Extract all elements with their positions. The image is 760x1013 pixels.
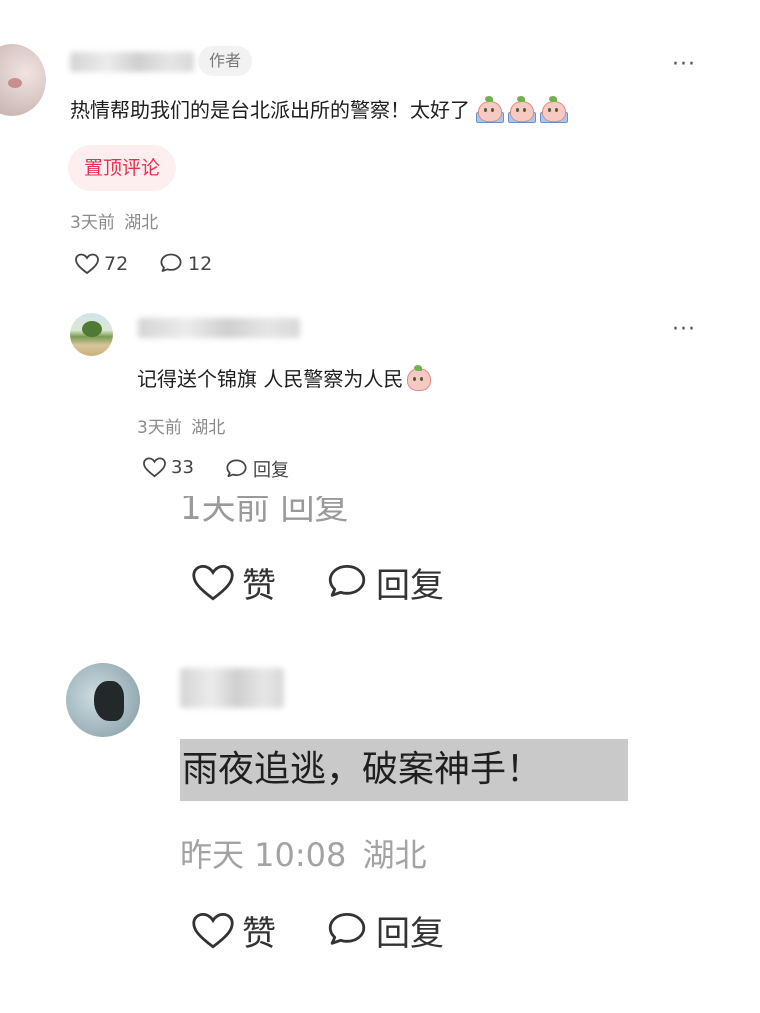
- comment-location: 湖北: [124, 213, 159, 233]
- reply-reply-button[interactable]: 回复: [224, 456, 289, 482]
- commenter-avatar[interactable]: [66, 663, 140, 737]
- like-button[interactable]: 72: [74, 252, 128, 276]
- highlighted-comment-time: 昨天 10:08: [180, 836, 347, 874]
- peach-emoji-icon: [508, 96, 536, 123]
- reply-meta: 3天前 湖北: [137, 413, 225, 438]
- like-count: 72: [104, 253, 129, 275]
- heart-icon: [192, 564, 234, 601]
- comment-time: 3天前: [70, 213, 115, 233]
- highlighted-comment-text: 雨夜追逃，破案神手！: [182, 749, 543, 790]
- zoomed-like-button[interactable]: 赞: [190, 558, 276, 607]
- zoomed-like-label: 赞: [242, 566, 276, 606]
- avatar[interactable]: [0, 44, 46, 116]
- highlighted-reply-button[interactable]: 回复: [324, 906, 444, 955]
- heart-icon: [192, 912, 234, 949]
- reply-author-name-blurred[interactable]: [138, 318, 300, 338]
- peach-emoji-icon: [405, 365, 432, 391]
- author-name-blurred[interactable]: [70, 52, 194, 72]
- author-badge: 作者: [198, 46, 253, 76]
- peach-emoji-icon: [476, 96, 504, 123]
- reply-time: 3天前: [137, 418, 182, 438]
- reply-reply-label: 回复: [253, 460, 289, 481]
- comment-bubble-icon: [160, 253, 182, 272]
- more-options-button[interactable]: ···: [672, 54, 696, 76]
- pinned-comment-badge: 置顶评论: [68, 145, 177, 191]
- comment-text-content: 热情帮助我们的是台北派出所的警察！太好了: [70, 98, 470, 122]
- reply-text-content: 记得送个锦旗 人民警察为人民: [137, 367, 404, 391]
- zoomed-reply-label: 回复: [376, 566, 444, 606]
- heart-icon: [143, 457, 166, 478]
- commenter-name-blurred[interactable]: [180, 668, 284, 708]
- peach-emoji-icon: [540, 96, 568, 123]
- comment-meta: 3天前 湖北: [70, 208, 158, 233]
- reply-like-button[interactable]: 33: [142, 456, 194, 479]
- cropped-meta-text: 1天前 回复: [180, 496, 380, 526]
- reply-more-options-button[interactable]: ···: [672, 319, 696, 341]
- highlighted-like-label: 赞: [242, 914, 276, 954]
- heart-icon: [75, 253, 99, 275]
- reply-button[interactable]: 12: [158, 252, 212, 276]
- reply-avatar[interactable]: [70, 313, 113, 356]
- highlighted-comment-location: 湖北: [362, 836, 427, 874]
- reply-text: 记得送个锦旗 人民警察为人民: [137, 364, 432, 394]
- comment-bubble-icon: [328, 564, 366, 597]
- comment-bubble-icon: [328, 912, 366, 945]
- reply-count: 12: [188, 253, 213, 275]
- reply-like-count: 33: [171, 457, 194, 478]
- highlighted-like-button[interactable]: 赞: [190, 906, 276, 955]
- zoomed-reply-button[interactable]: 回复: [324, 558, 444, 607]
- comment-bubble-icon: [226, 459, 247, 477]
- comment-text: 热情帮助我们的是台北派出所的警察！太好了: [70, 95, 568, 125]
- cropped-meta-content: 1天前 回复: [180, 496, 349, 526]
- highlighted-reply-label: 回复: [376, 914, 444, 954]
- highlighted-comment-meta: 昨天 10:08 湖北: [180, 830, 427, 876]
- reply-location: 湖北: [191, 418, 226, 438]
